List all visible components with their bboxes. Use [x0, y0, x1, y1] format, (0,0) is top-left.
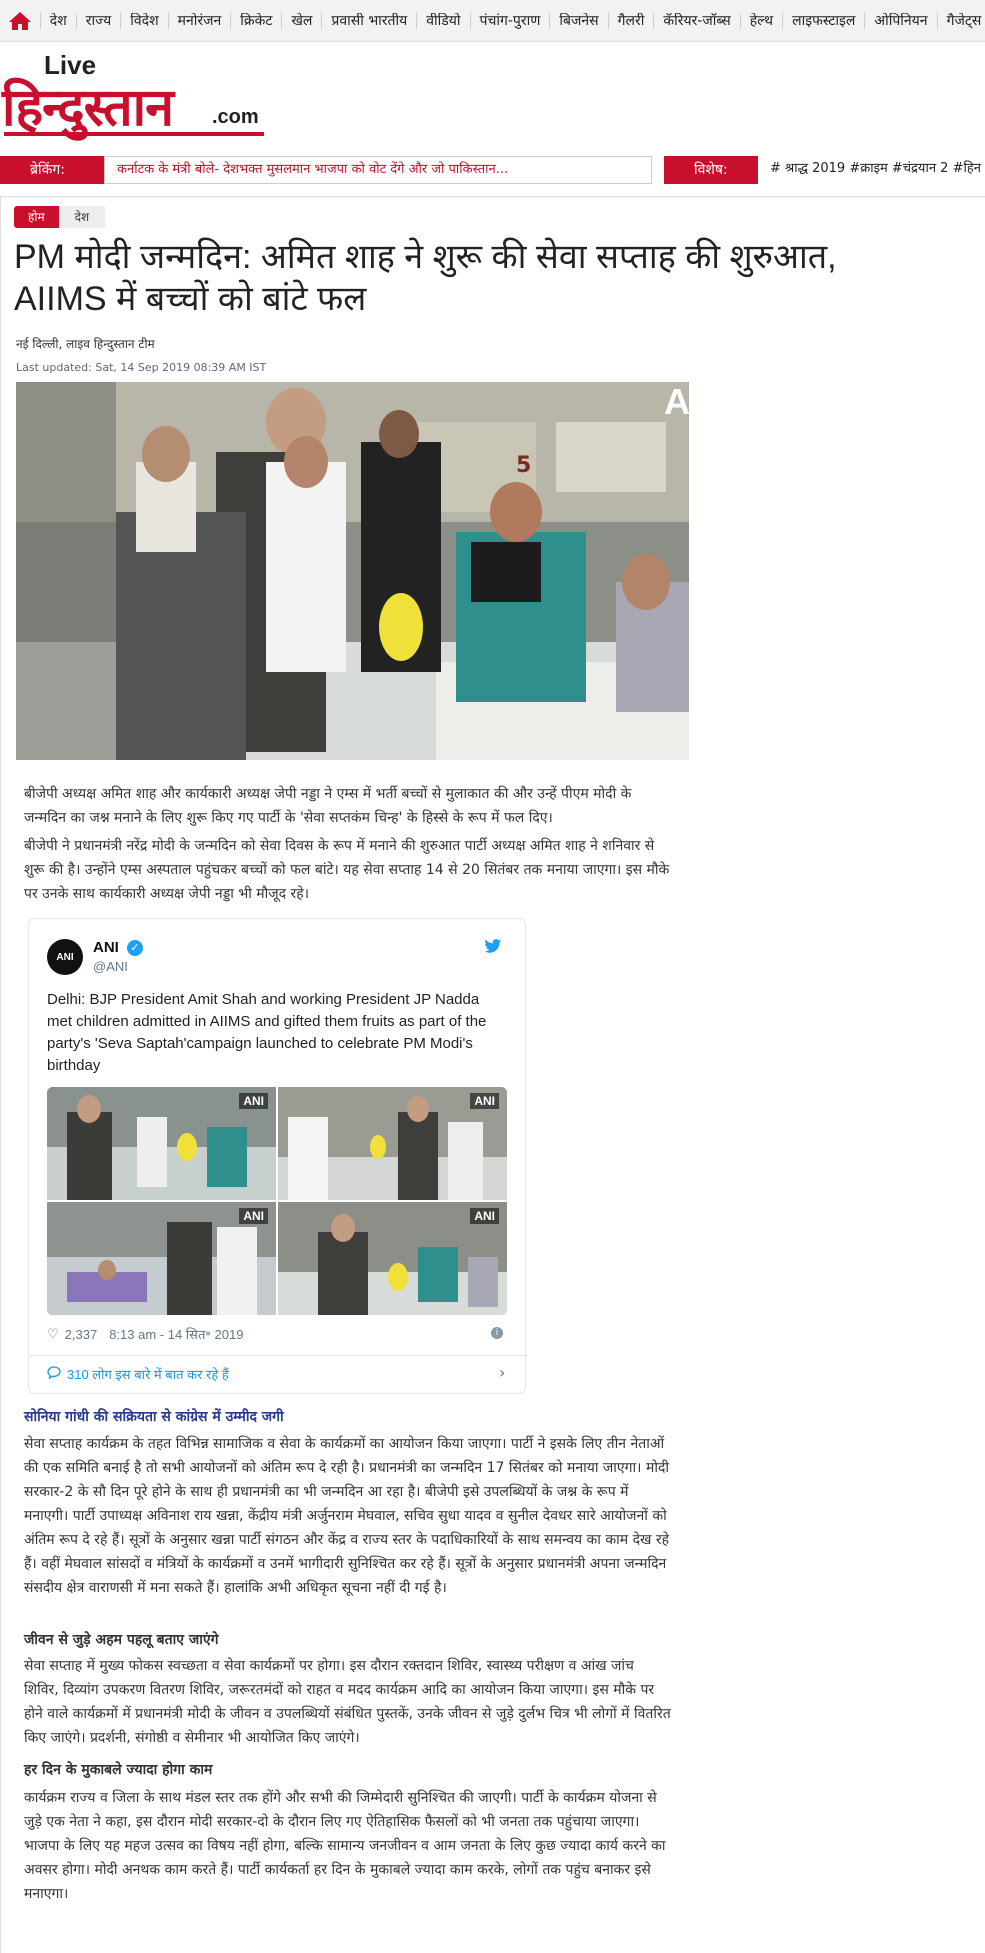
- nav-item-3[interactable]: मनोरंजन: [167, 12, 231, 29]
- nav-item-14[interactable]: ओपिनियन: [864, 12, 936, 29]
- article-paragraph-4: सेवा सप्ताह में मुख्य फोकस स्वच्छता व से…: [24, 1658, 671, 1746]
- hero-image: 5 A: [16, 382, 689, 760]
- breaking-news-link[interactable]: कर्नाटक के मंत्री बोले- देशभक्त मुसलमान …: [104, 156, 652, 184]
- tweet-image-3-badge: ANI: [239, 1208, 268, 1224]
- logo-domain-text: .com: [212, 106, 259, 128]
- last-updated-value: Sat, 14 Sep 2019 08:39 AM IST: [95, 361, 267, 374]
- nav-item-11[interactable]: कॅरियर-जॉब्स: [653, 12, 739, 29]
- nav-item-7[interactable]: वीडियो: [416, 12, 469, 29]
- last-updated: Last updated: Sat, 14 Sep 2019 08:39 AM …: [16, 361, 266, 374]
- article-subheading-2: हर दिन के मुकाबले ज्यादा होगा काम: [24, 1762, 213, 1778]
- tweet-image-4-badge: ANI: [470, 1208, 499, 1224]
- nav-item-0[interactable]: देश: [39, 12, 76, 29]
- article-paragraph-5: कार्यक्रम राज्य व जिला के साथ मंडल स्तर …: [24, 1790, 666, 1902]
- tweet-image-4[interactable]: ANI: [278, 1202, 507, 1315]
- nav-item-8[interactable]: पंचांग-पुराण: [469, 12, 550, 29]
- hero-watermark: A: [664, 382, 689, 422]
- tweet-text: Delhi: BJP President Amit Shah and worki…: [47, 991, 487, 1074]
- chevron-right-icon[interactable]: ›: [499, 1363, 505, 1382]
- heart-icon[interactable]: ♡: [47, 1326, 59, 1342]
- article-byline: नई दिल्ली, लाइव हिन्दुस्तान टीम: [16, 337, 155, 351]
- breadcrumb-section[interactable]: देश: [58, 206, 106, 228]
- special-label: विशेष:: [664, 156, 758, 184]
- nav-item-1[interactable]: राज्य: [75, 12, 120, 29]
- related-article-link[interactable]: सोनिया गांधी की सक्रियता से कांग्रेस में…: [24, 1407, 284, 1426]
- tweet-image-2-badge: ANI: [470, 1093, 499, 1109]
- tweet-replies-link[interactable]: 310 लोग इस बारे में बात कर रहे हैं: [47, 1365, 229, 1383]
- tweet-image-1-badge: ANI: [239, 1093, 268, 1109]
- tweet-image-2[interactable]: ANI: [278, 1087, 507, 1200]
- embedded-tweet[interactable]: ANI ANI ✓ @ANI Delhi: BJP President Amit…: [28, 918, 527, 1394]
- nav-item-4[interactable]: क्रिकेट: [230, 12, 281, 29]
- article-paragraph-2: बीजेपी ने प्रधानमंत्री नरेंद्र मोदी के ज…: [24, 838, 670, 902]
- tweet-likes[interactable]: 2,337: [65, 1327, 98, 1342]
- nav-item-6[interactable]: प्रवासी भारतीय: [321, 12, 416, 29]
- twitter-bird-icon[interactable]: [484, 939, 502, 958]
- nav-item-10[interactable]: गैलरी: [607, 12, 654, 29]
- special-tags-link[interactable]: # श्राद्ध 2019 #क्राइम #चंद्रयान 2 #हिन: [758, 156, 985, 184]
- tweet-author-name[interactable]: ANI: [93, 939, 119, 956]
- tweet-replies-text: 310 लोग इस बारे में बात कर रहे हैं: [67, 1367, 229, 1382]
- last-updated-label: Last updated:: [16, 361, 92, 374]
- info-icon[interactable]: i: [491, 1327, 503, 1339]
- nav-menu: देश राज्य विदेश मनोरंजन क्रिकेट खेल प्रवासी भा…: [39, 12, 985, 29]
- tweet-avatar[interactable]: ANI: [47, 939, 83, 975]
- home-icon[interactable]: [0, 0, 40, 42]
- article-headline: PM मोदी जन्मदिन: अमित शाह ने शुरू की सेव…: [14, 238, 837, 318]
- breadcrumb-home[interactable]: होम: [14, 206, 59, 228]
- article-subheading-1: जीवन से जुड़े अहम पहलू बताए जाएंगे: [24, 1632, 219, 1648]
- ticker-bar: ब्रेकिंग: कर्नाटक के मंत्री बोले- देशभक्…: [0, 156, 985, 186]
- svg-text:5: 5: [516, 453, 531, 478]
- tweet-time[interactable]: 8:13 am - 14 सित॰ 2019: [109, 1325, 243, 1343]
- top-navigation: देश राज्य विदेश मनोरंजन क्रिकेट खेल प्रवासी भा…: [0, 0, 985, 42]
- nav-item-13[interactable]: लाइफस्टाइल: [782, 12, 864, 29]
- tweet-meta: ♡ 2,337 8:13 am - 14 सित॰ 2019: [47, 1325, 243, 1343]
- breaking-label: ब्रेकिंग:: [0, 156, 104, 184]
- tweet-image-3[interactable]: ANI: [47, 1202, 276, 1315]
- tweet-image-1[interactable]: ANI: [47, 1087, 276, 1200]
- logo-underline: [4, 132, 264, 136]
- article-paragraph-3: सेवा सप्ताह कार्यक्रम के तहत विभिन्न साम…: [24, 1436, 670, 1596]
- nav-item-5[interactable]: खेल: [281, 12, 321, 29]
- breadcrumb: होम देश: [14, 206, 106, 228]
- tweet-image-grid[interactable]: ANI ANI ANI ANI: [47, 1087, 507, 1315]
- tweet-author-handle[interactable]: @ANI: [93, 959, 128, 974]
- tweet-divider: [29, 1355, 527, 1356]
- site-logo[interactable]: Live हिन्दुस्तान .com: [0, 50, 280, 140]
- nav-item-12[interactable]: हेल्थ: [739, 12, 782, 29]
- nav-item-9[interactable]: बिजनेस: [549, 12, 607, 29]
- nav-item-15[interactable]: गैजेट्स: [936, 12, 985, 29]
- article-paragraph-1: बीजेपी अध्यक्ष अमित शाह और कार्यकारी अध्…: [24, 786, 632, 826]
- verified-icon: ✓: [127, 940, 143, 956]
- nav-item-2[interactable]: विदेश: [120, 12, 167, 29]
- comment-bubble-icon: [47, 1366, 61, 1382]
- logo-brand-text: हिन्दुस्तान: [2, 78, 174, 138]
